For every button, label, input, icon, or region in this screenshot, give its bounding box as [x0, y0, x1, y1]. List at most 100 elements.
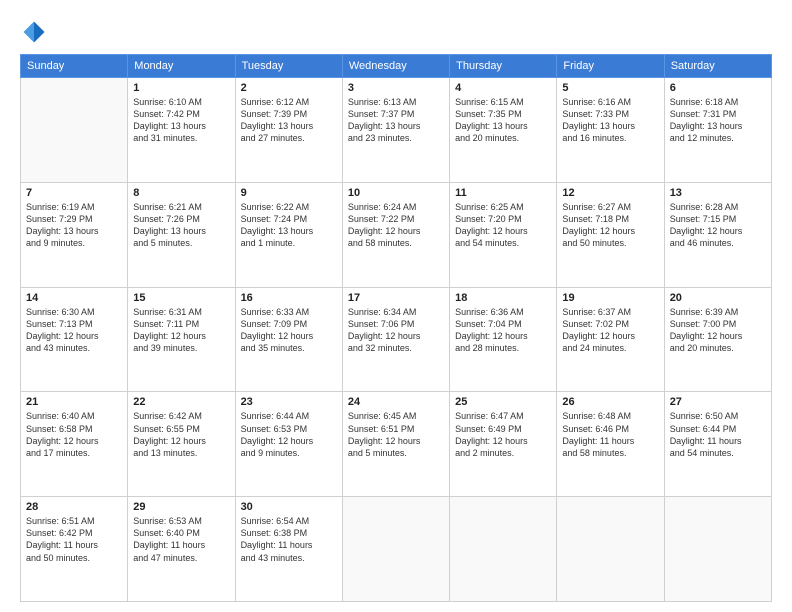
day-number: 8 — [133, 187, 229, 199]
calendar-cell: 23 Sunrise: 6:44 AM Sunset: 6:53 PM Dayli… — [235, 392, 342, 497]
day-info: Sunrise: 6:30 AM Sunset: 7:13 PM Dayligh… — [26, 306, 122, 355]
col-header-thursday: Thursday — [450, 55, 557, 78]
calendar-cell: 26 Sunrise: 6:48 AM Sunset: 6:46 PM Dayli… — [557, 392, 664, 497]
day-info: Sunrise: 6:15 AM Sunset: 7:35 PM Dayligh… — [455, 96, 551, 145]
calendar-cell — [450, 497, 557, 602]
col-header-sunday: Sunday — [21, 55, 128, 78]
calendar-cell: 28 Sunrise: 6:51 AM Sunset: 6:42 PM Dayli… — [21, 497, 128, 602]
calendar-week-4: 21 Sunrise: 6:40 AM Sunset: 6:58 PM Dayli… — [21, 392, 772, 497]
day-number: 19 — [562, 292, 658, 304]
day-info: Sunrise: 6:44 AM Sunset: 6:53 PM Dayligh… — [241, 410, 337, 459]
day-info: Sunrise: 6:39 AM Sunset: 7:00 PM Dayligh… — [670, 306, 766, 355]
day-number: 7 — [26, 187, 122, 199]
calendar-cell: 9 Sunrise: 6:22 AM Sunset: 7:24 PM Daylig… — [235, 182, 342, 287]
day-info: Sunrise: 6:27 AM Sunset: 7:18 PM Dayligh… — [562, 201, 658, 250]
day-info: Sunrise: 6:22 AM Sunset: 7:24 PM Dayligh… — [241, 201, 337, 250]
day-number: 29 — [133, 501, 229, 513]
col-header-friday: Friday — [557, 55, 664, 78]
calendar-cell — [21, 78, 128, 183]
calendar-cell: 20 Sunrise: 6:39 AM Sunset: 7:00 PM Dayli… — [664, 287, 771, 392]
col-header-tuesday: Tuesday — [235, 55, 342, 78]
calendar-cell: 24 Sunrise: 6:45 AM Sunset: 6:51 PM Dayli… — [342, 392, 449, 497]
day-info: Sunrise: 6:28 AM Sunset: 7:15 PM Dayligh… — [670, 201, 766, 250]
day-number: 12 — [562, 187, 658, 199]
day-info: Sunrise: 6:48 AM Sunset: 6:46 PM Dayligh… — [562, 410, 658, 459]
col-header-wednesday: Wednesday — [342, 55, 449, 78]
day-info: Sunrise: 6:37 AM Sunset: 7:02 PM Dayligh… — [562, 306, 658, 355]
day-info: Sunrise: 6:47 AM Sunset: 6:49 PM Dayligh… — [455, 410, 551, 459]
calendar-cell: 3 Sunrise: 6:13 AM Sunset: 7:37 PM Daylig… — [342, 78, 449, 183]
calendar-week-5: 28 Sunrise: 6:51 AM Sunset: 6:42 PM Dayli… — [21, 497, 772, 602]
day-number: 11 — [455, 187, 551, 199]
calendar-cell: 25 Sunrise: 6:47 AM Sunset: 6:49 PM Dayli… — [450, 392, 557, 497]
calendar-cell: 13 Sunrise: 6:28 AM Sunset: 7:15 PM Dayli… — [664, 182, 771, 287]
calendar-cell: 6Sunrise: 6:18 AM Sunset: 7:31 PM Daylig… — [664, 78, 771, 183]
day-info: Sunrise: 6:33 AM Sunset: 7:09 PM Dayligh… — [241, 306, 337, 355]
calendar-week-3: 14 Sunrise: 6:30 AM Sunset: 7:13 PM Dayli… — [21, 287, 772, 392]
day-info: Sunrise: 6:54 AM Sunset: 6:38 PM Dayligh… — [241, 515, 337, 564]
calendar-cell: 8 Sunrise: 6:21 AM Sunset: 7:26 PM Daylig… — [128, 182, 235, 287]
day-info: Sunrise: 6:13 AM Sunset: 7:37 PM Dayligh… — [348, 96, 444, 145]
day-info: Sunrise: 6:21 AM Sunset: 7:26 PM Dayligh… — [133, 201, 229, 250]
day-info: Sunrise: 6:53 AM Sunset: 6:40 PM Dayligh… — [133, 515, 229, 564]
day-info: Sunrise: 6:10 AM Sunset: 7:42 PM Dayligh… — [133, 96, 229, 145]
calendar-cell: 10 Sunrise: 6:24 AM Sunset: 7:22 PM Dayli… — [342, 182, 449, 287]
calendar-cell: 4 Sunrise: 6:15 AM Sunset: 7:35 PM Daylig… — [450, 78, 557, 183]
day-number: 25 — [455, 396, 551, 408]
calendar-cell: 11 Sunrise: 6:25 AM Sunset: 7:20 PM Dayli… — [450, 182, 557, 287]
day-number: 26 — [562, 396, 658, 408]
day-info: Sunrise: 6:19 AM Sunset: 7:29 PM Dayligh… — [26, 201, 122, 250]
calendar-cell: 21 Sunrise: 6:40 AM Sunset: 6:58 PM Dayli… — [21, 392, 128, 497]
day-number: 28 — [26, 501, 122, 513]
header — [20, 18, 772, 46]
day-info: Sunrise: 6:42 AM Sunset: 6:55 PM Dayligh… — [133, 410, 229, 459]
page: SundayMondayTuesdayWednesdayThursdayFrid… — [0, 0, 792, 612]
calendar-cell: 7 Sunrise: 6:19 AM Sunset: 7:29 PM Daylig… — [21, 182, 128, 287]
day-info: Sunrise: 6:18 AM Sunset: 7:31 PM Dayligh… — [670, 96, 766, 145]
day-info: Sunrise: 6:25 AM Sunset: 7:20 PM Dayligh… — [455, 201, 551, 250]
day-number: 10 — [348, 187, 444, 199]
day-number: 16 — [241, 292, 337, 304]
day-number: 13 — [670, 187, 766, 199]
day-number: 18 — [455, 292, 551, 304]
day-info: Sunrise: 6:40 AM Sunset: 6:58 PM Dayligh… — [26, 410, 122, 459]
day-info: Sunrise: 6:24 AM Sunset: 7:22 PM Dayligh… — [348, 201, 444, 250]
calendar-header-row: SundayMondayTuesdayWednesdayThursdayFrid… — [21, 55, 772, 78]
day-number: 20 — [670, 292, 766, 304]
calendar-cell: 22 Sunrise: 6:42 AM Sunset: 6:55 PM Dayli… — [128, 392, 235, 497]
day-info: Sunrise: 6:51 AM Sunset: 6:42 PM Dayligh… — [26, 515, 122, 564]
col-header-monday: Monday — [128, 55, 235, 78]
calendar-cell: 30Sunrise: 6:54 AM Sunset: 6:38 PM Dayli… — [235, 497, 342, 602]
day-number: 3 — [348, 82, 444, 94]
calendar-week-2: 7 Sunrise: 6:19 AM Sunset: 7:29 PM Daylig… — [21, 182, 772, 287]
day-number: 24 — [348, 396, 444, 408]
day-info: Sunrise: 6:36 AM Sunset: 7:04 PM Dayligh… — [455, 306, 551, 355]
day-info: Sunrise: 6:12 AM Sunset: 7:39 PM Dayligh… — [241, 96, 337, 145]
calendar-cell: 2Sunrise: 6:12 AM Sunset: 7:39 PM Daylig… — [235, 78, 342, 183]
calendar-cell: 19 Sunrise: 6:37 AM Sunset: 7:02 PM Dayli… — [557, 287, 664, 392]
day-number: 22 — [133, 396, 229, 408]
day-info: Sunrise: 6:34 AM Sunset: 7:06 PM Dayligh… — [348, 306, 444, 355]
day-number: 15 — [133, 292, 229, 304]
day-info: Sunrise: 6:16 AM Sunset: 7:33 PM Dayligh… — [562, 96, 658, 145]
day-number: 9 — [241, 187, 337, 199]
day-number: 4 — [455, 82, 551, 94]
calendar-cell: 5 Sunrise: 6:16 AM Sunset: 7:33 PM Daylig… — [557, 78, 664, 183]
calendar-cell — [664, 497, 771, 602]
calendar-cell: 27Sunrise: 6:50 AM Sunset: 6:44 PM Dayli… — [664, 392, 771, 497]
day-number: 17 — [348, 292, 444, 304]
day-number: 27 — [670, 396, 766, 408]
logo-icon — [20, 18, 48, 46]
day-number: 23 — [241, 396, 337, 408]
calendar-cell: 1Sunrise: 6:10 AM Sunset: 7:42 PM Daylig… — [128, 78, 235, 183]
calendar-cell: 14 Sunrise: 6:30 AM Sunset: 7:13 PM Dayli… — [21, 287, 128, 392]
calendar-cell: 15Sunrise: 6:31 AM Sunset: 7:11 PM Dayli… — [128, 287, 235, 392]
col-header-saturday: Saturday — [664, 55, 771, 78]
calendar-table: SundayMondayTuesdayWednesdayThursdayFrid… — [20, 54, 772, 602]
day-number: 5 — [562, 82, 658, 94]
day-info: Sunrise: 6:45 AM Sunset: 6:51 PM Dayligh… — [348, 410, 444, 459]
day-number: 21 — [26, 396, 122, 408]
calendar-cell: 17 Sunrise: 6:34 AM Sunset: 7:06 PM Dayli… — [342, 287, 449, 392]
calendar-cell — [342, 497, 449, 602]
day-number: 14 — [26, 292, 122, 304]
